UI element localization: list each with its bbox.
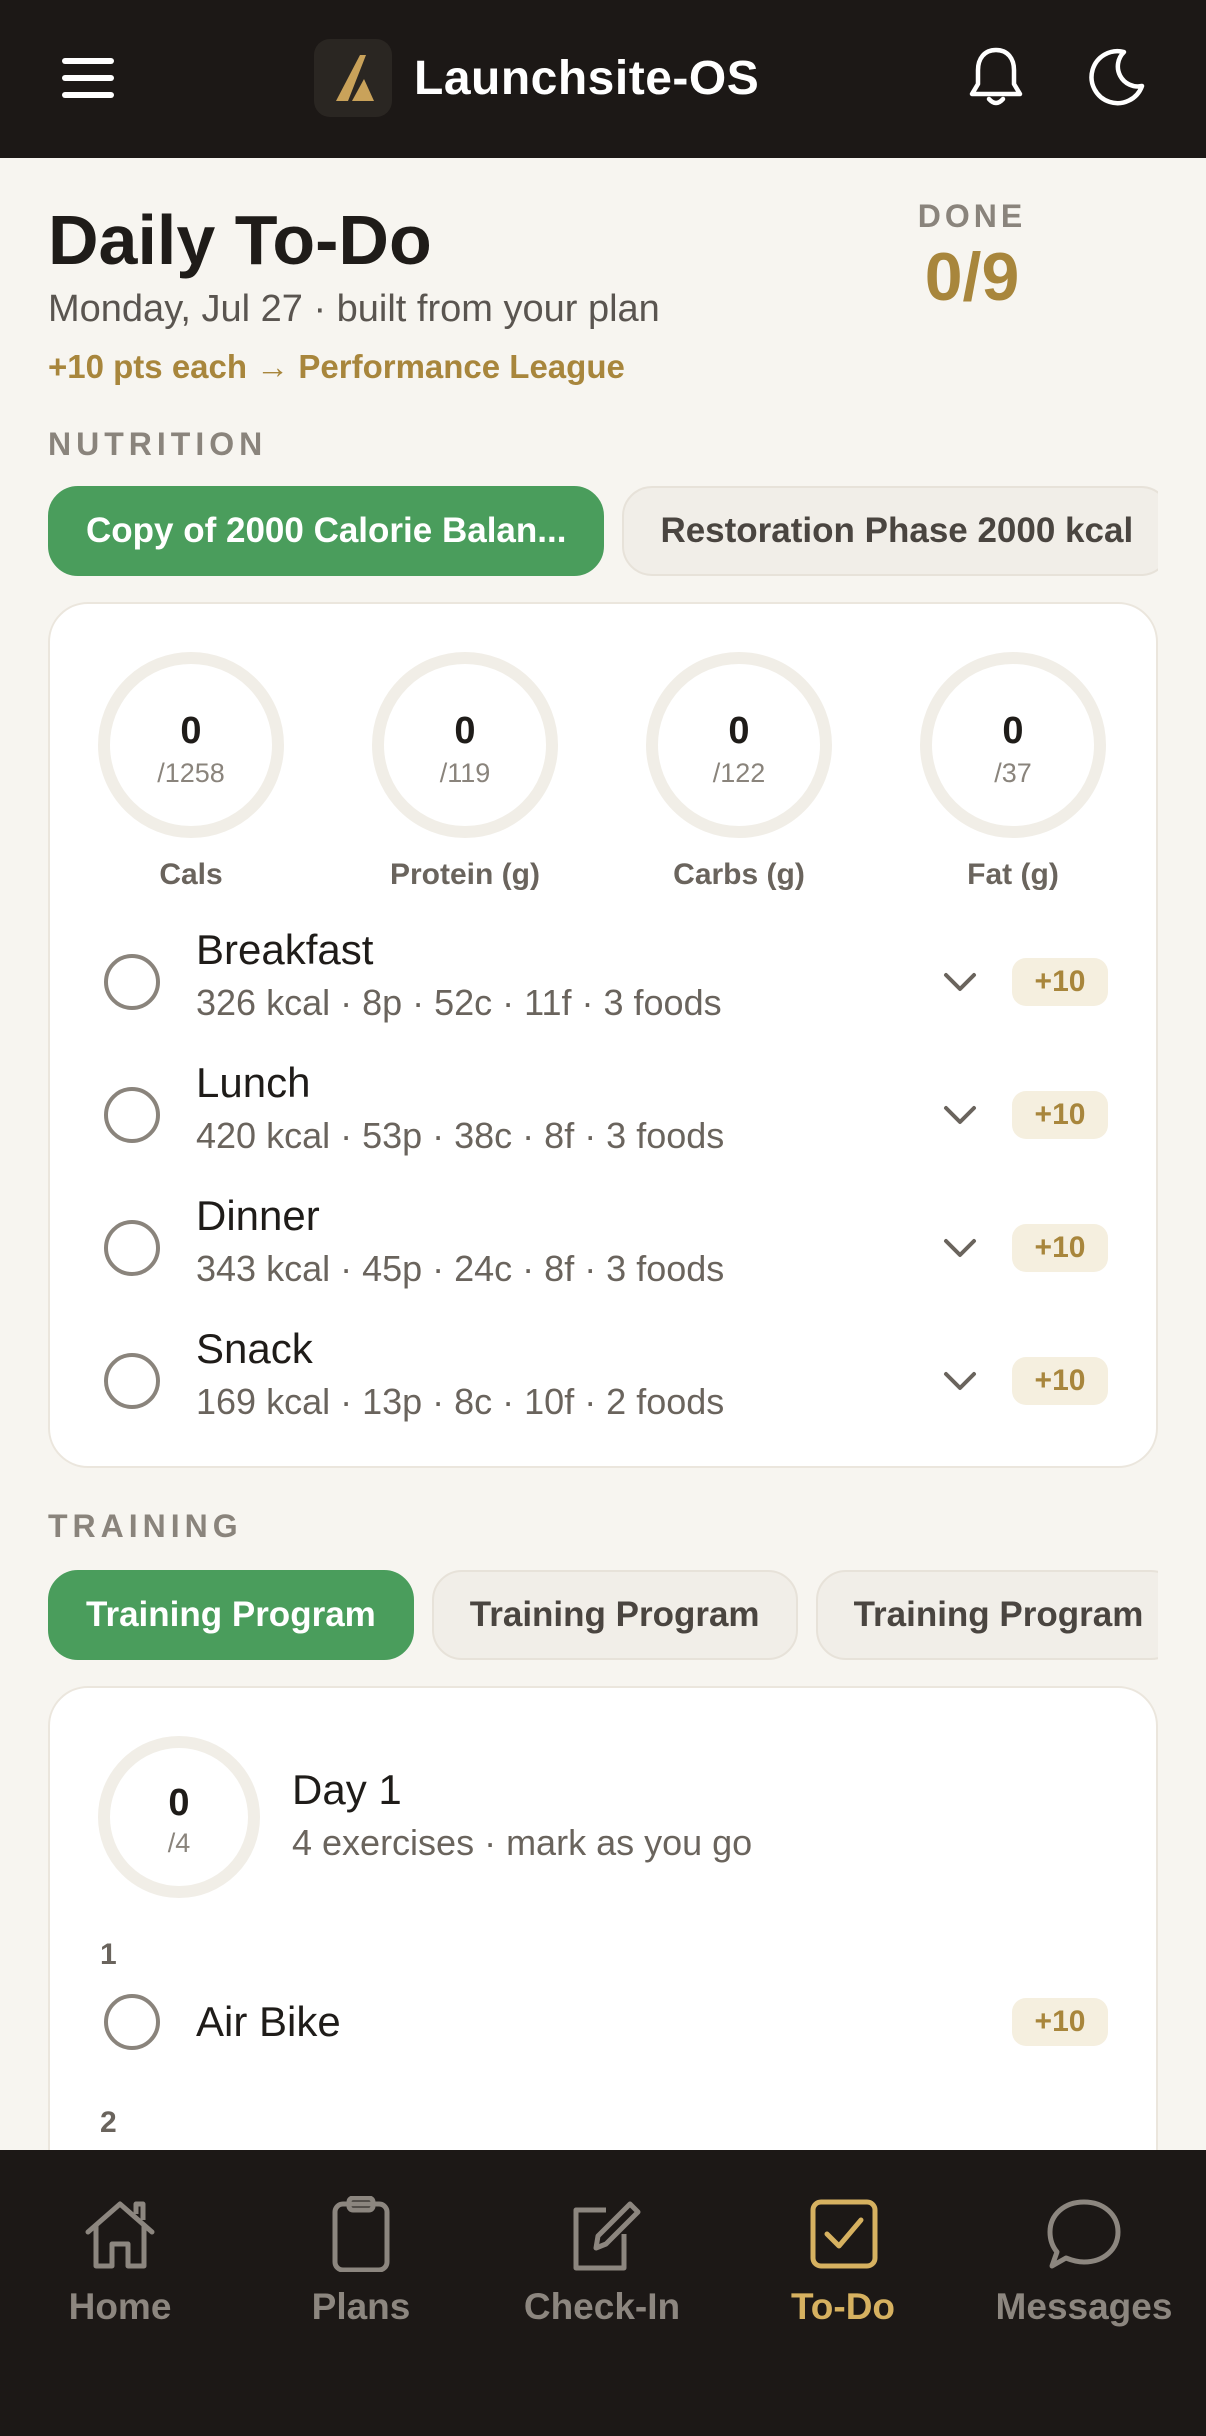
macro-ring-fat: 0 /37 [920,652,1106,838]
meal-meta: 343 kcal · 45p · 24c · 8f · 3 foods [196,1248,725,1289]
checkbox-icon [810,2199,878,2269]
training-section-label: TRAINING [48,1508,243,1544]
nutrition-plan-chips: Copy of 2000 Calorie Balan... Restoration… [48,486,1158,578]
meal-meta: 326 kcal · 8p · 52c · 11f · 3 foods [196,982,722,1023]
training-program-chip[interactable]: Training Program [815,1570,1158,1660]
exercise-name: Air Bike [196,1998,341,2045]
meal-meta: 420 kcal · 53p · 38c · 8f · 3 foods [196,1115,725,1156]
nav-label: To-Do [790,2286,896,2327]
points-badge: +10 [1012,1357,1108,1405]
brand: Launchsite-OS [314,38,759,118]
macro-label: Cals [159,858,223,891]
done-label: DONE [917,198,1027,234]
macro-label: Carbs (g) [673,858,805,891]
moon-icon[interactable] [1086,46,1148,108]
meal-name: Breakfast [196,926,374,973]
macro-value: 0 [454,710,476,752]
app-root: Launchsite-OS Daily To-Do Monday, Jul 27… [0,0,1206,2436]
nav-item-check-in[interactable]: Check-In [482,2196,722,2346]
nutrition-section-label: NUTRITION [48,426,268,462]
points-note: +10 pts each → Performance League [48,348,625,385]
meal-meta: 169 kcal · 13p · 8c · 10f · 2 foods [196,1381,725,1422]
nav-label: Plans [311,2286,411,2327]
nutrition-card: 0 /1258 Cals 0 /119 Protein (g) 0 /122 C… [48,602,1158,1468]
exercise-progress-target: /4 [167,1828,191,1858]
training-card: 0 /4 Day 1 4 exercises · mark as you go … [48,1686,1158,2150]
meal-row-breakfast[interactable]: Breakfast 326 kcal · 8p · 52c · 11f · 3 … [50,920,1156,1040]
bottom-nav: Home Plans Check-In To-Do Messages [0,2150,1206,2436]
nav-label: Messages [995,2286,1173,2327]
training-program-chip[interactable]: Training Program [431,1570,798,1660]
exercise-progress-value: 0 [168,1782,190,1824]
points-badge: +10 [1012,958,1108,1006]
day-meta: 4 exercises · mark as you go [292,1822,753,1863]
exercise-progress-ring: 0 /4 [98,1736,260,1898]
training-program-chips: Training Program Training Program Training… [48,1570,1158,1662]
nav-item-to-do[interactable]: To-Do [723,2196,963,2346]
macro-value: 0 [1002,710,1024,752]
macro-target: /37 [994,758,1032,788]
chevron-down-icon[interactable] [940,962,980,1002]
clipboard-icon [332,2196,390,2272]
macro-target: /1258 [157,758,225,788]
meal-checkbox[interactable] [104,1220,160,1276]
points-badge: +10 [1012,1091,1108,1139]
chevron-down-icon[interactable] [940,1228,980,1268]
chevron-down-icon[interactable] [940,1361,980,1401]
app-name: Launchsite-OS [414,51,760,105]
meal-checkbox[interactable] [104,1353,160,1409]
hamburger-menu-icon[interactable] [56,52,120,104]
meal-row-dinner[interactable]: Dinner 343 kcal · 45p · 24c · 8f · 3 foo… [50,1186,1156,1306]
app-logo [314,39,392,117]
nav-item-home[interactable]: Home [0,2196,240,2346]
done-counter: 0/9 [924,239,1020,315]
chat-bubble-icon [1047,2199,1121,2269]
macro-target: /119 [439,758,491,788]
exercise-row[interactable]: Air Bike +10 [50,1978,1156,2068]
nutrition-plan-chip[interactable]: Restoration Phase 2000 kcal [622,486,1158,576]
meal-checkbox[interactable] [104,1087,160,1143]
chevron-down-icon[interactable] [940,1095,980,1135]
macro-ring-protein: 0 /119 [372,652,558,838]
nutrition-plan-chip[interactable]: Copy of 2000 Calorie Balan... [48,486,605,576]
day-title: Day 1 [292,1766,402,1813]
meal-checkbox[interactable] [104,954,160,1010]
macro-target: /122 [712,758,766,788]
page-title: Daily To-Do [48,201,432,279]
meal-name: Lunch [196,1059,311,1106]
nav-label: Check-In [523,2286,681,2327]
nav-item-messages[interactable]: Messages [964,2196,1204,2346]
macro-label: Protein (g) [390,858,540,891]
points-badge: +10 [1012,1224,1108,1272]
home-icon [85,2201,155,2269]
points-badge: +10 [1012,1998,1108,2046]
nav-label: Home [68,2286,172,2327]
meal-row-snack[interactable]: Snack 169 kcal · 13p · 8c · 10f · 2 food… [50,1319,1156,1439]
meal-name: Dinner [196,1192,320,1239]
bell-icon[interactable] [966,44,1026,110]
macro-ring-cals: 0 /1258 [98,652,284,838]
exercise-number: 1 [100,1938,117,1971]
macro-value: 0 [728,710,750,752]
meal-name: Snack [196,1325,313,1372]
nav-item-plans[interactable]: Plans [241,2196,481,2346]
training-program-chip[interactable]: Training Program [48,1570,414,1660]
macro-value: 0 [180,710,202,752]
meal-row-lunch[interactable]: Lunch 420 kcal · 53p · 38c · 8f · 3 food… [50,1053,1156,1173]
top-bar: Launchsite-OS [0,0,1206,158]
edit-icon [573,2201,641,2271]
exercise-number: 2 [100,2106,117,2139]
exercise-checkbox[interactable] [104,1994,160,2050]
page-subtitle: Monday, Jul 27 · built from your plan [48,288,660,330]
macro-label: Fat (g) [967,858,1059,891]
main-content: Daily To-Do Monday, Jul 27 · built from … [0,158,1206,2150]
macro-ring-carbs: 0 /122 [646,652,832,838]
